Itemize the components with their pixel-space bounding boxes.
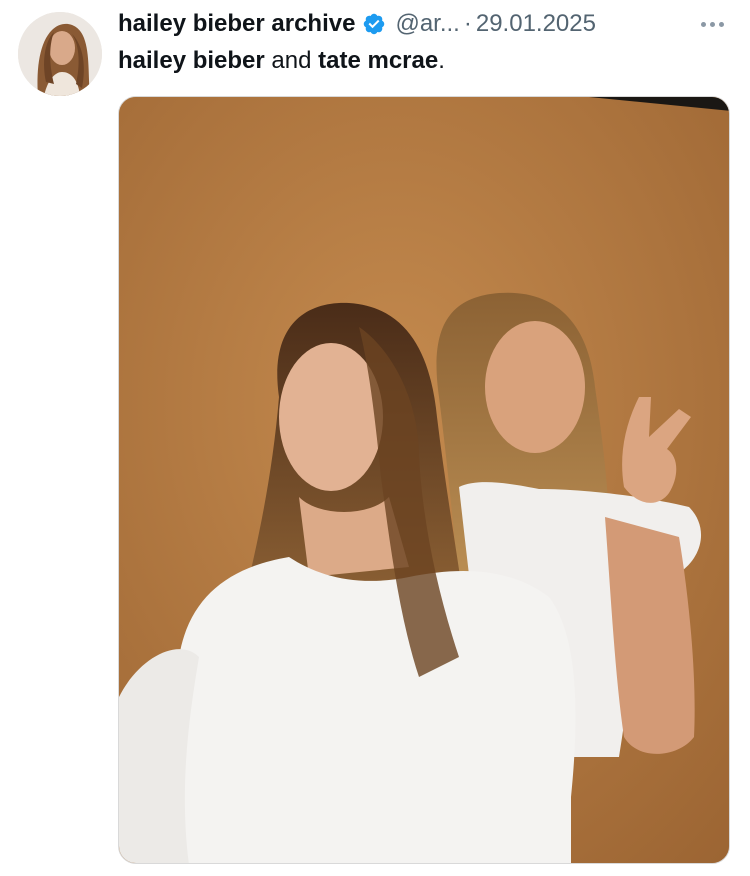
mention-hailey: hailey bieber — [118, 47, 265, 74]
handle[interactable]: @ar... — [395, 10, 459, 38]
tweet[interactable]: hailey bieber archive @ar... · 29.01.202… — [0, 0, 750, 876]
text-and: and — [264, 47, 319, 74]
dot — [710, 21, 715, 27]
dot — [701, 21, 706, 27]
verified-badge-icon — [364, 13, 385, 35]
text-period: . — [438, 47, 445, 74]
separator: · — [463, 10, 472, 37]
more-options-icon[interactable] — [697, 12, 728, 36]
mention-tate: tate mcrae — [318, 47, 439, 74]
tweet-photo[interactable] — [118, 96, 730, 864]
tweet-date[interactable]: 29.01.2025 — [476, 10, 596, 38]
tweet-header: hailey bieber archive @ar... · 29.01.202… — [118, 6, 736, 42]
avatar-image — [18, 12, 102, 96]
tweet-text: hailey bieber and tate mcrae. — [118, 44, 730, 78]
avatar[interactable] — [18, 12, 102, 96]
photo-image — [119, 97, 729, 863]
display-name[interactable]: hailey bieber archive — [118, 10, 355, 38]
dot — [719, 21, 724, 27]
